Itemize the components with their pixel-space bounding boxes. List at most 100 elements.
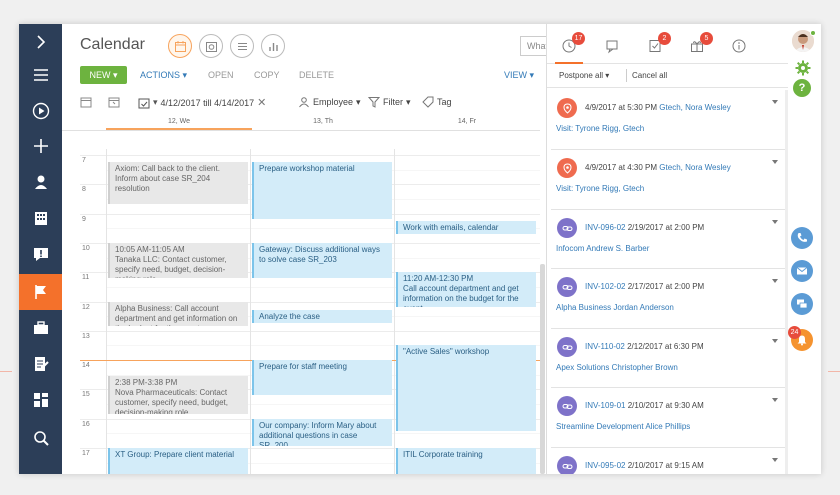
nav-add-button[interactable] xyxy=(19,128,62,164)
reminder-menu-caret[interactable] xyxy=(772,339,778,343)
reminder-subject[interactable]: Alpha Business Jordan Anderson xyxy=(556,303,674,312)
nav-documents-button[interactable] xyxy=(19,346,62,382)
calendar-event[interactable]: Prepare workshop material xyxy=(252,162,392,219)
nav-projects-button[interactable] xyxy=(19,310,62,346)
invoice-code-link[interactable]: INV-102-02 xyxy=(585,282,625,291)
chevron-right-icon xyxy=(36,35,45,49)
calendar-event[interactable]: Our company: Inform Mary about additiona… xyxy=(252,418,392,446)
reminder-links[interactable]: Gtech, Nora Wesley xyxy=(659,163,730,172)
reminder-subject[interactable]: Apex Solutions Christopher Brown xyxy=(556,363,678,372)
reminder-card[interactable]: 4/9/2017 at 5:30 PM Gtech, Nora Wesley Vi… xyxy=(551,90,786,150)
calendar-event[interactable]: 11:20 AM-12:30 PM Call account department… xyxy=(396,272,536,307)
hour-line xyxy=(80,330,540,332)
calendar-event[interactable]: "Active Sales" workshop xyxy=(396,345,536,432)
email-button[interactable] xyxy=(791,260,813,282)
settings-button[interactable] xyxy=(793,58,813,78)
invoice-code-link[interactable]: INV-110-02 xyxy=(585,342,625,351)
reminder-menu-caret[interactable] xyxy=(772,160,778,164)
reminder-menu-caret[interactable] xyxy=(772,458,778,462)
nav-dashboards-button[interactable] xyxy=(19,382,62,418)
cancel-all-button[interactable]: Cancel all xyxy=(632,71,667,80)
reminder-card[interactable]: 4/9/2017 at 4:30 PM Gtech, Nora Wesley Vi… xyxy=(551,150,786,210)
nav-play-button[interactable] xyxy=(19,93,62,129)
reminder-menu-caret[interactable] xyxy=(772,220,778,224)
reminder-subject[interactable]: Visit: Tyrone Rigg, Gtech xyxy=(556,124,644,133)
open-button[interactable]: OPEN xyxy=(208,70,234,80)
invoice-code-link[interactable]: INV-096-02 xyxy=(585,223,625,232)
view-schedule-button[interactable] xyxy=(199,34,223,58)
reminder-card[interactable]: INV-096-02 2/19/2017 at 2:00 PM Infocom A… xyxy=(551,210,786,269)
nav-accounts-button[interactable] xyxy=(19,200,62,236)
nav-activities-button[interactable] xyxy=(19,274,62,310)
reminder-subject[interactable]: Visit: Tyrone Rigg, Gtech xyxy=(556,184,644,193)
nav-contacts-button[interactable] xyxy=(19,164,62,200)
nav-search-button[interactable] xyxy=(19,420,62,456)
calendar-event[interactable]: Gateway: Discuss additional ways to solv… xyxy=(252,242,392,278)
postpone-all-button[interactable]: Postpone all ▾ xyxy=(559,71,609,80)
calendar-event[interactable]: Alpha Business: Call account department … xyxy=(108,301,248,326)
calendar-event[interactable]: Work with emails, calendar xyxy=(396,220,536,234)
tab-info[interactable] xyxy=(729,36,749,56)
reminder-header: 4/9/2017 at 4:30 PM Gtech, Nora Wesley xyxy=(585,163,731,172)
chat-button[interactable] xyxy=(791,293,813,315)
employee-filter[interactable]: Employee ▾ xyxy=(298,96,361,108)
phone-button[interactable] xyxy=(791,227,813,249)
reminder-subject[interactable]: Infocom Andrew S. Barber xyxy=(556,244,649,253)
today-button[interactable] xyxy=(80,96,92,108)
calendar-event[interactable]: 10:05 AM-11:05 AM Tanaka LLC: Contact cus… xyxy=(108,242,248,278)
delete-button[interactable]: DELETE xyxy=(299,70,334,80)
side-nav xyxy=(19,24,62,474)
chat-icon xyxy=(797,299,808,309)
view-day-button[interactable] xyxy=(168,34,192,58)
reminder-card[interactable]: INV-110-02 2/12/2017 at 6:30 PM Apex Solu… xyxy=(551,329,786,388)
hour-label: 11 xyxy=(82,274,90,282)
hour-line xyxy=(80,155,540,156)
tab-feed[interactable] xyxy=(603,36,623,56)
date-range-picker[interactable]: ▾ 4/12/2017 till 4/14/2017 ✕ xyxy=(138,96,266,109)
calendar-scrollbar[interactable] xyxy=(540,264,545,474)
clear-date-icon[interactable]: ✕ xyxy=(257,96,266,109)
new-button[interactable]: NEW ▾ xyxy=(80,66,127,84)
copy-button[interactable]: COPY xyxy=(254,70,280,80)
day-header-1: 13, Th xyxy=(313,118,333,125)
filter-menu[interactable]: Filter ▾ xyxy=(368,96,411,108)
nav-collapse-button[interactable] xyxy=(19,24,62,60)
tag-icon xyxy=(422,96,434,108)
hour-label: 16 xyxy=(82,420,90,428)
hour-label: 15 xyxy=(82,391,90,399)
view-analytics-button[interactable] xyxy=(261,34,285,58)
reminder-menu-caret[interactable] xyxy=(772,100,778,104)
calendar-event[interactable]: Prepare for staff meeting xyxy=(252,360,392,395)
calendar-event[interactable]: Analyze the case xyxy=(252,310,392,323)
calendar-event[interactable]: Axiom: Call back to the client. Inform a… xyxy=(108,162,248,205)
app-window: Calendar What NEW ▾ ACTIONS ▾ OPEN COPY … xyxy=(19,24,821,474)
calendar-grid[interactable]: 7 8 9 10 11 12 13 14 15 16 17 Axiom: Call back to t… xyxy=(62,149,540,474)
chain-link-icon xyxy=(562,344,572,350)
reminder-card[interactable]: INV-102-02 2/17/2017 at 2:00 PM Alpha Bus… xyxy=(551,269,786,329)
calendar-event[interactable]: 2:38 PM-3:38 PM Nova Pharmaceuticals: Con… xyxy=(108,376,248,414)
hour-label: 17 xyxy=(82,450,90,457)
help-button[interactable]: ? xyxy=(793,79,811,97)
reminder-menu-caret[interactable] xyxy=(772,279,778,283)
view-list-button[interactable] xyxy=(230,34,254,58)
reminder-subject[interactable]: Streamline Development Alice Phillips xyxy=(556,422,690,431)
event-title: Nova Pharmaceuticals: Contact customer, … xyxy=(115,388,228,414)
calendar-event[interactable]: ITIL Corporate training xyxy=(396,448,536,474)
invoice-code-link[interactable]: INV-095-02 xyxy=(585,461,625,470)
week-button[interactable] xyxy=(108,96,120,108)
nav-menu-button[interactable] xyxy=(19,57,62,93)
app-frame: Calendar What NEW ▾ ACTIONS ▾ OPEN COPY … xyxy=(0,0,840,495)
view-menu-button[interactable]: VIEW ▾ xyxy=(504,70,534,81)
reminder-datetime: 2/19/2017 at 2:00 PM xyxy=(627,223,705,232)
actions-button[interactable]: ACTIONS ▾ xyxy=(140,70,187,81)
day-column-divider xyxy=(394,149,395,474)
invoice-code-link[interactable]: INV-109-01 xyxy=(585,401,625,410)
tag-filter[interactable]: Tag xyxy=(422,96,452,108)
reminder-menu-caret[interactable] xyxy=(772,398,778,402)
calendar-event[interactable]: XT Group: Prepare client material xyxy=(108,448,248,474)
reminder-card[interactable]: INV-095-02 2/10/2017 at 9:15 AM xyxy=(551,448,786,474)
reminder-links[interactable]: Gtech, Nora Wesley xyxy=(659,103,730,112)
nav-leads-button[interactable] xyxy=(19,236,62,272)
reminder-card[interactable]: INV-109-01 2/10/2017 at 9:30 AM Streamlin… xyxy=(551,388,786,448)
event-title: "Active Sales" workshop xyxy=(403,347,490,357)
